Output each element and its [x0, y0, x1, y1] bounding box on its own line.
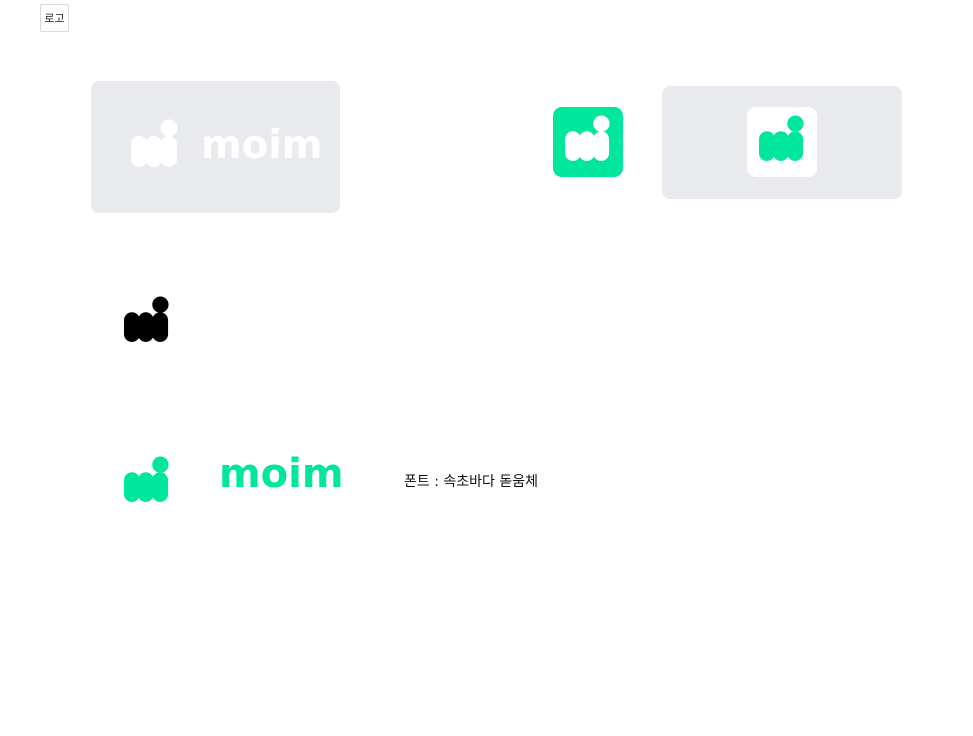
moim-logo-mark-icon: [124, 456, 169, 502]
moim-logo-mark-icon: [131, 119, 178, 167]
wordmark-white: moim: [201, 123, 323, 168]
moim-logo-mark-icon: [759, 115, 804, 161]
font-note: 폰트 : 속초바다 돋움체: [404, 474, 538, 490]
moim-logo-mark-icon: [565, 115, 610, 161]
wordmark-green: moim: [219, 451, 344, 497]
logo-tab[interactable]: 로고: [40, 4, 69, 32]
moim-logo-mark-icon: [124, 296, 169, 342]
